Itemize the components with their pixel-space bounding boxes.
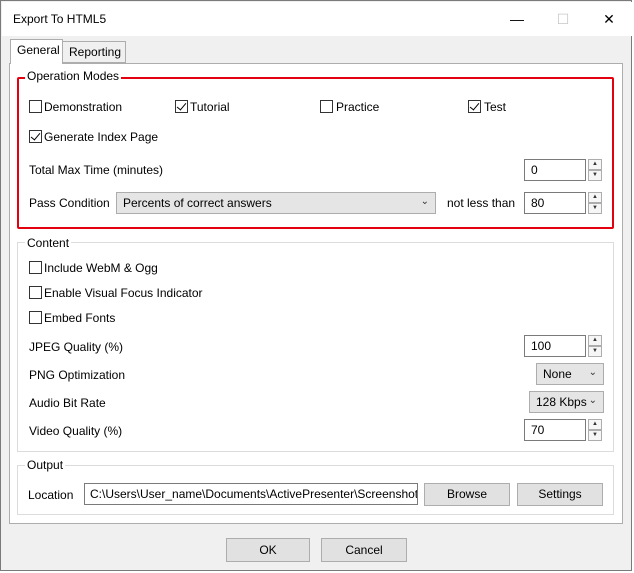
tutorial-checkbox[interactable] (175, 100, 188, 113)
chevron-down-icon: ⌄ (588, 367, 597, 378)
location-input[interactable]: C:\Users\User_name\Documents\ActivePrese… (84, 483, 418, 505)
operation-modes-title: Operation Modes (25, 69, 122, 83)
maximize-icon: ☐ (556, 10, 570, 27)
chevron-down-icon: ⌄ (588, 395, 597, 406)
png-optimization-label: PNG Optimization (29, 368, 126, 382)
total-max-time-label: Total Max Time (minutes) (29, 163, 164, 177)
video-quality-input[interactable]: 70 (524, 419, 586, 441)
close-icon: ✕ (603, 10, 615, 27)
jpeg-quality-input[interactable]: 100 (524, 335, 586, 357)
visual-focus-checkbox[interactable] (29, 286, 42, 299)
webm-label: Include WebM & Ogg (44, 261, 158, 275)
tab-reporting-label: Reporting (69, 45, 122, 59)
tutorial-label: Tutorial (190, 100, 230, 114)
visual-focus-label: Enable Visual Focus Indicator (44, 286, 203, 300)
close-button[interactable]: ✕ (586, 2, 632, 36)
pass-condition-select[interactable]: Percents of correct answers ⌄ (116, 192, 436, 214)
spin-down-icon[interactable]: ▼ (588, 170, 602, 181)
spin-up-icon[interactable]: ▲ (588, 159, 602, 170)
pass-percent-spinner: ▲ ▼ (588, 192, 602, 214)
png-optimization-select[interactable]: None ⌄ (536, 363, 604, 385)
content-title: Content (25, 236, 72, 250)
embed-fonts-label: Embed Fonts (44, 311, 116, 325)
chevron-down-icon: ⌄ (420, 196, 429, 207)
jpeg-quality-spinner: ▲ ▼ (588, 335, 602, 357)
spin-down-icon[interactable]: ▼ (588, 203, 602, 214)
pass-condition-value: Percents of correct answers (123, 196, 272, 210)
total-max-time-input[interactable]: 0 (524, 159, 586, 181)
total-max-time-spinner: ▲ ▼ (588, 159, 602, 181)
tab-general-label: General (17, 43, 60, 57)
audio-bit-rate-label: Audio Bit Rate (29, 396, 106, 410)
demonstration-checkbox[interactable] (29, 100, 42, 113)
test-label: Test (484, 100, 507, 114)
spin-down-icon[interactable]: ▼ (588, 430, 602, 441)
spin-up-icon[interactable]: ▲ (588, 335, 602, 346)
location-label: Location (28, 488, 74, 502)
tab-general[interactable]: General (10, 39, 63, 64)
video-quality-label: Video Quality (%) (29, 424, 123, 438)
title-bar[interactable]: Export To HTML5 — ☐ ✕ (2, 2, 632, 36)
demonstration-label: Demonstration (44, 100, 123, 114)
jpeg-quality-label: JPEG Quality (%) (29, 340, 124, 354)
not-less-than-label: not less than (447, 196, 516, 210)
generate-index-checkbox[interactable] (29, 130, 42, 143)
audio-bit-rate-value: 128 Kbps (536, 395, 587, 409)
audio-bit-rate-select[interactable]: 128 Kbps ⌄ (529, 391, 604, 413)
practice-label: Practice (336, 100, 380, 114)
tab-reporting[interactable]: Reporting (62, 41, 126, 63)
minimize-icon: — (510, 11, 524, 27)
spin-up-icon[interactable]: ▲ (588, 419, 602, 430)
browse-button[interactable]: Browse (424, 483, 510, 506)
pass-percent-input[interactable]: 80 (524, 192, 586, 214)
ok-button[interactable]: OK (226, 538, 310, 562)
generate-index-label: Generate Index Page (44, 130, 159, 144)
png-optimization-value: None (543, 367, 572, 381)
output-title: Output (25, 458, 66, 472)
embed-fonts-checkbox[interactable] (29, 311, 42, 324)
pass-condition-label: Pass Condition (29, 196, 110, 210)
minimize-button[interactable]: — (494, 2, 540, 36)
webm-checkbox[interactable] (29, 261, 42, 274)
spin-down-icon[interactable]: ▼ (588, 346, 602, 357)
maximize-button: ☐ (540, 2, 586, 36)
spin-up-icon[interactable]: ▲ (588, 192, 602, 203)
settings-button[interactable]: Settings (517, 483, 603, 506)
window-title: Export To HTML5 (13, 12, 107, 26)
test-checkbox[interactable] (468, 100, 481, 113)
cancel-button[interactable]: Cancel (321, 538, 407, 562)
video-quality-spinner: ▲ ▼ (588, 419, 602, 441)
practice-checkbox[interactable] (320, 100, 333, 113)
